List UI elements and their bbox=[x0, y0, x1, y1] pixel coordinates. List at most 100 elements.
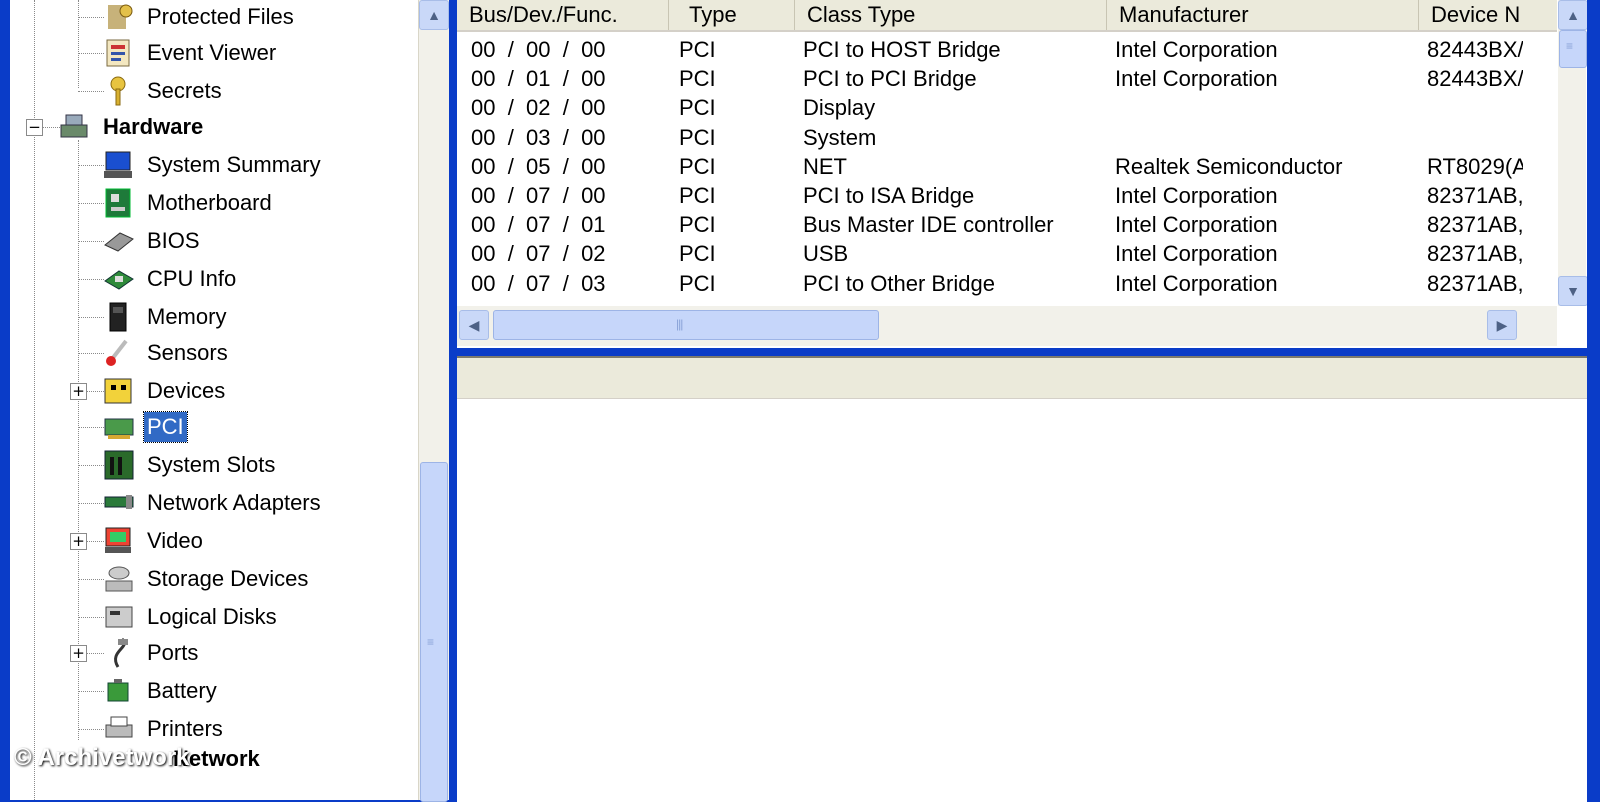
cell-bus-dev-func: 00 / 07 / 01 bbox=[471, 212, 606, 238]
cell-bus-dev-func: 00 / 03 / 00 bbox=[471, 124, 606, 150]
cell-manufacturer: Intel Corporation bbox=[1115, 270, 1278, 296]
table-row[interactable]: 00 / 07 / 02 PCI USB Intel Corporation 82371… bbox=[457, 239, 1557, 268]
cell-bus-dev-func: 00 / 07 / 03 bbox=[471, 270, 606, 296]
cell-class-type: System bbox=[803, 124, 877, 150]
collapse-icon[interactable]: − bbox=[26, 119, 43, 136]
table-row[interactable]: 00 / 05 / 00 PCI NET Realtek Semiconductor R… bbox=[457, 152, 1557, 181]
watermark: © Archivetwork bbox=[14, 744, 190, 771]
expand-icon[interactable]: + bbox=[70, 645, 87, 662]
tree-guide-line bbox=[78, 91, 104, 92]
tree-item-label: Protected Files bbox=[147, 4, 294, 29]
scroll-up-button[interactable]: ▲ bbox=[419, 0, 449, 30]
scroll-left-button[interactable]: ◀ bbox=[459, 310, 489, 340]
chevron-up-icon: ▲ bbox=[1566, 7, 1580, 23]
tree-vertical-scrollbar[interactable]: ▲ ≡ bbox=[418, 0, 449, 802]
tree-item-protected-files[interactable]: Protected Files bbox=[102, 0, 297, 34]
tree-item-video[interactable]: Video bbox=[102, 524, 206, 558]
list-vertical-scrollbar[interactable]: ▲ ≡ ▼ bbox=[1558, 0, 1587, 306]
tree-item-label: Battery bbox=[147, 678, 217, 703]
table-row[interactable]: 00 / 07 / 00 PCI PCI to ISA Bridge Intel Co… bbox=[457, 181, 1557, 210]
scrollbar-thumb[interactable]: ≡ bbox=[1559, 30, 1587, 68]
tree-item-secrets[interactable]: Secrets bbox=[102, 74, 225, 108]
scroll-up-button[interactable]: ▲ bbox=[1558, 0, 1587, 30]
cell-type: PCI bbox=[679, 183, 716, 208]
tree-item-cpu-info[interactable]: CPU Info bbox=[102, 262, 239, 296]
tree-item-hardware[interactable]: Hardware bbox=[58, 110, 206, 144]
column-header-class-type[interactable]: Class Type bbox=[795, 0, 1107, 30]
tree-guide-line bbox=[78, 427, 104, 428]
cell-device-name: 82371AB, bbox=[1427, 212, 1523, 238]
tree-guide-line bbox=[78, 317, 104, 318]
tree-item-network-adapters[interactable]: Network Adapters bbox=[102, 486, 324, 520]
column-header-device-name[interactable]: Device N bbox=[1419, 0, 1559, 30]
logical-disk-icon bbox=[102, 601, 136, 633]
tree-item-label: Secrets bbox=[147, 78, 222, 103]
event-viewer-icon bbox=[102, 37, 136, 69]
network-card-icon bbox=[102, 487, 136, 519]
tree-item-label: Memory bbox=[147, 304, 227, 329]
cell-manufacturer: Intel Corporation bbox=[1115, 183, 1278, 208]
pci-device-list[interactable]: Bus/Dev./Func. Type Class Type Manufactu… bbox=[457, 0, 1587, 348]
list-header: Bus/Dev./Func. Type Class Type Manufactu… bbox=[457, 0, 1557, 32]
device-detail-pane[interactable] bbox=[457, 356, 1587, 802]
tree-item-bios[interactable]: BIOS bbox=[102, 224, 203, 258]
cell-device-name: RT8029(A bbox=[1427, 153, 1523, 179]
tree-item-event-viewer[interactable]: Event Viewer bbox=[102, 36, 279, 70]
tree-item-system-slots[interactable]: System Slots bbox=[102, 448, 278, 482]
tree-guide-line bbox=[78, 503, 104, 504]
navigation-tree[interactable]: Protected Files Event Viewer Secrets Hardwa… bbox=[10, 0, 418, 800]
tree-item-system-summary[interactable]: System Summary bbox=[102, 148, 324, 182]
scrollbar-thumb[interactable]: ||| bbox=[493, 310, 879, 340]
tree-item-memory[interactable]: Memory bbox=[102, 300, 229, 334]
cell-type: PCI bbox=[679, 95, 716, 121]
tree-item-label: PCI bbox=[143, 411, 188, 443]
list-horizontal-scrollbar[interactable]: ◀ ||| ▶ bbox=[457, 306, 1557, 346]
tree-item-storage-devices[interactable]: Storage Devices bbox=[102, 562, 311, 596]
expand-icon[interactable]: + bbox=[70, 383, 87, 400]
tree-guide-line bbox=[78, 241, 104, 242]
column-header-type[interactable]: Type bbox=[669, 0, 795, 30]
cell-manufacturer: Intel Corporation bbox=[1115, 37, 1278, 62]
tree-item-label: Hardware bbox=[103, 114, 204, 139]
scrollbar-thumb[interactable]: ≡ bbox=[420, 462, 448, 802]
tree-item-label: Video bbox=[147, 528, 203, 553]
tree-item-devices[interactable]: Devices bbox=[102, 374, 228, 408]
tree-item-sensors[interactable]: Sensors bbox=[102, 336, 231, 370]
cpu-icon bbox=[102, 263, 136, 295]
tree-guide-line bbox=[78, 617, 104, 618]
cell-device-name: 82371AB, bbox=[1427, 183, 1523, 208]
scroll-right-button[interactable]: ▶ bbox=[1487, 310, 1517, 340]
tree-item-logical-disks[interactable]: Logical Disks bbox=[102, 600, 280, 634]
shield-key-icon bbox=[102, 1, 136, 33]
table-row[interactable]: 00 / 01 / 00 PCI PCI to PCI Bridge Intel Co… bbox=[457, 64, 1557, 93]
tree-guide-line bbox=[78, 353, 104, 354]
tree-guide-line bbox=[78, 465, 104, 466]
table-row[interactable]: 00 / 07 / 03 PCI PCI to Other Bridge Intel … bbox=[457, 269, 1557, 298]
memory-icon bbox=[102, 301, 136, 333]
tree-guide-line bbox=[78, 279, 104, 280]
table-row[interactable]: 00 / 00 / 00 PCI PCI to HOST Bridge Intel C… bbox=[457, 35, 1557, 64]
scroll-down-button[interactable]: ▼ bbox=[1558, 276, 1587, 306]
table-row[interactable]: 00 / 02 / 00 PCI Display bbox=[457, 93, 1557, 122]
grip-icon: ≡ bbox=[427, 635, 434, 649]
expand-icon[interactable]: + bbox=[70, 533, 87, 550]
motherboard-icon bbox=[102, 187, 136, 219]
tree-item-motherboard[interactable]: Motherboard bbox=[102, 186, 275, 220]
tree-item-pci[interactable]: PCI bbox=[102, 410, 188, 444]
column-header-bus[interactable]: Bus/Dev./Func. bbox=[457, 0, 669, 30]
thermometer-icon bbox=[102, 337, 136, 369]
table-row[interactable]: 00 / 03 / 00 PCI System bbox=[457, 123, 1557, 152]
tree-item-ports[interactable]: Ports bbox=[102, 636, 201, 670]
cell-device-name: 82443BX/ bbox=[1427, 66, 1523, 92]
cell-type: PCI bbox=[679, 124, 716, 150]
table-row[interactable]: 00 / 07 / 01 PCI Bus Master IDE controller… bbox=[457, 210, 1557, 239]
cell-class-type: Display bbox=[803, 95, 876, 121]
tree-guide-line bbox=[78, 729, 104, 730]
tree-guide-line bbox=[78, 17, 104, 18]
tree-item-printers[interactable]: Printers bbox=[102, 712, 226, 746]
monitor-icon bbox=[102, 149, 136, 181]
column-header-manufacturer[interactable]: Manufacturer bbox=[1107, 0, 1419, 30]
tree-item-label: Logical Disks bbox=[147, 604, 277, 629]
tree-item-battery[interactable]: Battery bbox=[102, 674, 220, 708]
cell-bus-dev-func: 00 / 00 / 00 bbox=[471, 37, 606, 62]
